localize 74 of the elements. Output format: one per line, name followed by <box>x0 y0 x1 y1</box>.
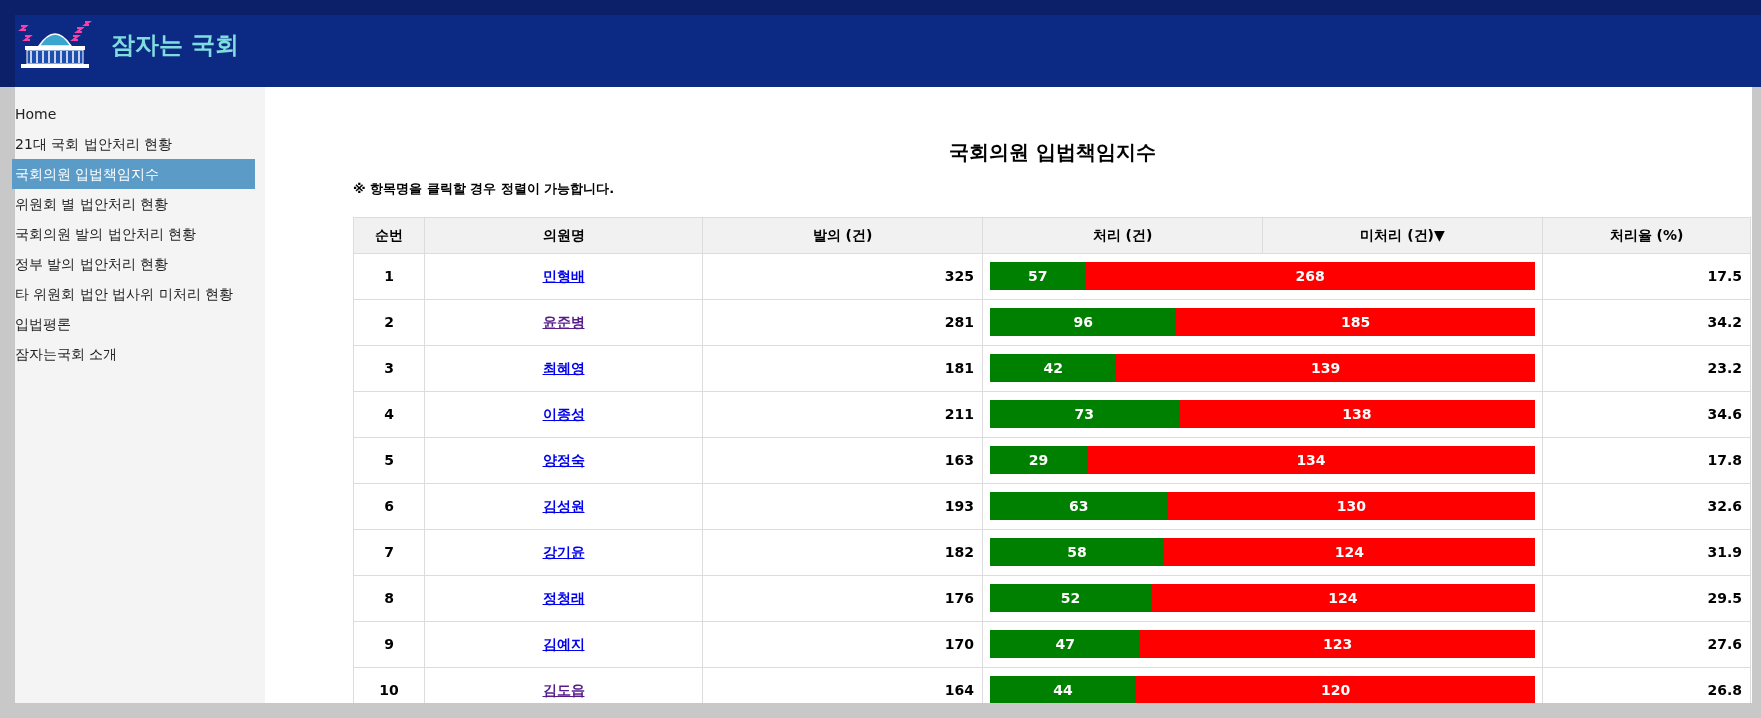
rank-cell: 9 <box>353 621 425 667</box>
unprocessed-count: 268 <box>1295 266 1325 286</box>
proposed-count-cell: 193 <box>702 483 983 529</box>
member-name-link[interactable]: 양정숙 <box>542 451 585 468</box>
sidebar-item[interactable]: 정부 발의 법안처리 현황 <box>12 249 255 279</box>
proposed-count-cell: 211 <box>702 391 983 437</box>
processed-count: 63 <box>1069 496 1089 516</box>
rate-cell: 29.5 <box>1542 575 1751 621</box>
member-name-link[interactable]: 민형배 <box>542 267 585 284</box>
rank-cell: 3 <box>353 345 425 391</box>
rank-cell: 1 <box>353 253 425 299</box>
column-header[interactable]: 처리 (건) <box>982 217 1263 253</box>
sort-hint: ※ 항목명을 클릭할 경우 정렬이 가능합니다. <box>353 180 616 198</box>
sidebar-item[interactable]: 잠자는국회 소개 <box>12 339 255 369</box>
unprocessed-count: 124 <box>1328 588 1358 608</box>
rate-cell: 34.6 <box>1542 391 1751 437</box>
member-name-link[interactable]: 김성원 <box>542 497 585 514</box>
unprocessed-count: 123 <box>1323 634 1353 654</box>
processed-count: 47 <box>1055 634 1075 654</box>
proposed-count-cell: 325 <box>702 253 983 299</box>
member-name-link[interactable]: 김도읍 <box>542 681 585 698</box>
processed-count: 73 <box>1074 404 1094 424</box>
proposed-count-cell: 176 <box>702 575 983 621</box>
column-header[interactable]: 미처리 (건)▼ <box>1262 217 1543 253</box>
rate-cell: 17.5 <box>1542 253 1751 299</box>
unprocessed-count: 134 <box>1296 450 1326 470</box>
sidebar-item[interactable]: 위원회 별 법안처리 현황 <box>12 189 255 219</box>
rate-cell: 34.2 <box>1542 299 1751 345</box>
sidebar-item[interactable]: 국회의원 발의 법안처리 현황 <box>12 219 255 249</box>
processed-count: 44 <box>1053 680 1073 700</box>
rank-cell: 2 <box>353 299 425 345</box>
member-name-link[interactable]: 김예지 <box>542 635 585 652</box>
rank-cell: 8 <box>353 575 425 621</box>
processed-count: 52 <box>1060 588 1081 608</box>
rank-cell: 7 <box>353 529 425 575</box>
processed-count: 29 <box>1028 450 1049 470</box>
proposed-count-cell: 170 <box>702 621 983 667</box>
member-name-link[interactable]: 최혜영 <box>542 359 585 376</box>
sidebar-item[interactable]: 입법평론 <box>12 309 255 339</box>
unprocessed-count: 139 <box>1311 358 1341 378</box>
rank-cell: 4 <box>353 391 425 437</box>
rate-cell: 23.2 <box>1542 345 1751 391</box>
sidebar-item[interactable]: 21대 국회 법안처리 현황 <box>12 129 255 159</box>
proposed-count-cell: 181 <box>702 345 983 391</box>
processed-count: 58 <box>1067 542 1087 562</box>
rate-cell: 32.6 <box>1542 483 1751 529</box>
member-name-link[interactable]: 정청래 <box>542 589 585 606</box>
unprocessed-count: 138 <box>1342 404 1372 424</box>
site-title[interactable]: 잠자는 국회 <box>111 27 240 63</box>
processed-count: 57 <box>1027 266 1048 286</box>
sidebar-item[interactable]: 타 위원회 법안 법사위 미처리 현황 <box>12 279 255 309</box>
column-header[interactable]: 처리율 (%) <box>1542 217 1751 253</box>
processed-count: 42 <box>1043 358 1063 378</box>
processed-count: 96 <box>1073 312 1093 332</box>
member-name-link[interactable]: 윤준병 <box>542 313 585 330</box>
unprocessed-count: 120 <box>1320 680 1351 700</box>
rate-cell: 31.9 <box>1542 529 1751 575</box>
unprocessed-count: 185 <box>1341 312 1371 332</box>
proposed-count-cell: 281 <box>702 299 983 345</box>
member-name-link[interactable]: 강기윤 <box>542 543 585 560</box>
column-header[interactable]: 발의 (건) <box>702 217 983 253</box>
unprocessed-count: 130 <box>1336 496 1366 516</box>
rank-cell: 6 <box>353 483 425 529</box>
column-header[interactable]: 의원명 <box>424 217 703 253</box>
sidebar-item[interactable]: Home <box>12 99 255 129</box>
member-name-link[interactable]: 이종성 <box>542 405 585 422</box>
unprocessed-count: 124 <box>1334 542 1365 562</box>
rate-cell: 17.8 <box>1542 437 1751 483</box>
rank-cell: 5 <box>353 437 425 483</box>
proposed-count-cell: 163 <box>702 437 983 483</box>
page-title: 국회의원 입법책임지수 <box>948 139 1157 166</box>
rate-cell: 27.6 <box>1542 621 1751 667</box>
proposed-count-cell: 182 <box>702 529 983 575</box>
column-header[interactable]: 순번 <box>353 217 425 253</box>
